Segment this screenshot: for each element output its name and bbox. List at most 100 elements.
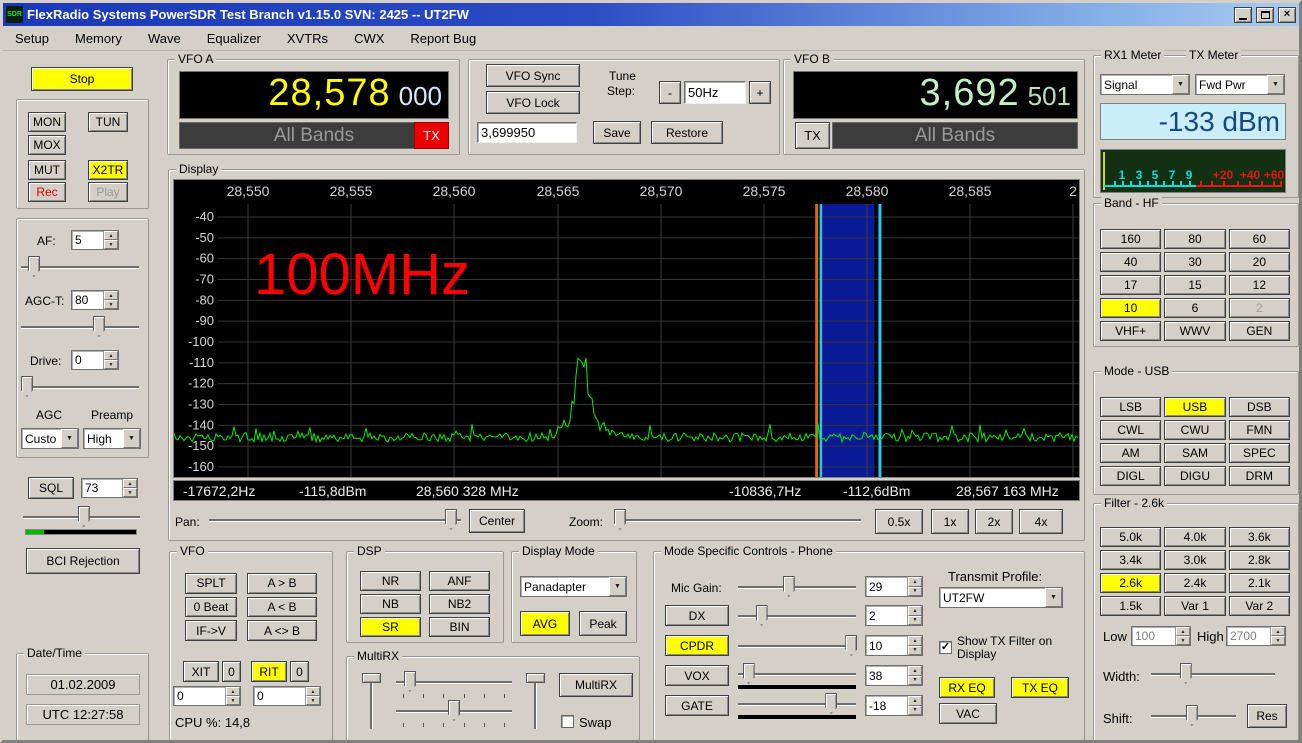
tx-eq-button[interactable]: TX EQ <box>1011 677 1069 698</box>
tun-button[interactable]: TUN <box>88 112 128 132</box>
mut-button[interactable]: MUT <box>28 160 66 180</box>
vfo-button-if-v[interactable]: IF->V <box>185 620 237 641</box>
mode-button-cwl[interactable]: CWL <box>1100 420 1161 440</box>
mode-button-dsb[interactable]: DSB <box>1229 397 1290 417</box>
spinner-up-icon[interactable]: ▲ <box>908 636 922 646</box>
vfo-a-tx-indicator[interactable]: TX <box>414 122 449 149</box>
rx1-meter-combo[interactable]: Signal▼ <box>1100 74 1190 95</box>
mic-gain-slider-thumb[interactable] <box>783 576 795 597</box>
drive-slider[interactable] <box>21 376 139 397</box>
pan-slider[interactable] <box>209 509 461 530</box>
band-button-10[interactable]: 10 <box>1100 298 1161 318</box>
band-button-gen[interactable]: GEN <box>1229 321 1290 341</box>
spinner-up-icon[interactable]: ▲ <box>908 666 922 676</box>
menu-equalizer[interactable]: Equalizer <box>207 31 261 46</box>
multirx-vslider-2[interactable] <box>525 673 546 729</box>
vfo-button-a-b[interactable]: A < B <box>247 597 317 618</box>
panadapter-spectrum[interactable]: 28,55028,55528,56028,56528,57028,57528,5… <box>174 180 1079 477</box>
spinner-down-icon[interactable]: ▼ <box>1176 636 1190 645</box>
dsp-button-bin[interactable]: BIN <box>429 617 490 637</box>
tune-step-plus-button[interactable]: + <box>749 81 771 104</box>
filter-low-spinner[interactable]: 100 ▲▼ <box>1131 626 1191 646</box>
mon-button[interactable]: MON <box>28 112 66 132</box>
menu-memory[interactable]: Memory <box>75 31 122 46</box>
mode-button-lsb[interactable]: LSB <box>1100 397 1161 417</box>
drive-slider-thumb[interactable] <box>21 376 33 397</box>
vac-button[interactable]: VAC <box>939 703 997 724</box>
dsp-button-nb2[interactable]: NB2 <box>429 594 490 614</box>
af-spinner[interactable]: 5 ▲▼ <box>71 230 119 250</box>
multirx-hslider-2-thumb[interactable] <box>448 700 460 721</box>
spinner-up-icon[interactable]: ▲ <box>104 351 118 360</box>
filter-button-3.4k[interactable]: 3.4k <box>1100 550 1161 570</box>
filter-button-1.5k[interactable]: 1.5k <box>1100 596 1161 616</box>
rit-zero-button[interactable]: 0 <box>290 661 309 682</box>
swap-checkbox[interactable] <box>561 715 574 728</box>
filter-button-var-2[interactable]: Var 2 <box>1229 596 1290 616</box>
tune-step-minus-button[interactable]: - <box>659 81 681 104</box>
zoom-1x-button[interactable]: 1x <box>931 509 969 534</box>
multirx-button[interactable]: MultiRX <box>559 673 633 697</box>
agct-slider-thumb[interactable] <box>93 316 105 337</box>
spinner-down-icon[interactable]: ▼ <box>908 676 922 686</box>
filter-width-slider[interactable] <box>1151 663 1275 684</box>
spinner-down-icon[interactable]: ▼ <box>908 646 922 656</box>
mic-gain-slider[interactable] <box>738 576 856 597</box>
spinner-up-icon[interactable]: ▲ <box>908 606 922 616</box>
dsp-button-nb[interactable]: NB <box>360 594 421 614</box>
vox-spinner[interactable]: 38 ▲▼ <box>865 665 923 686</box>
agct-slider[interactable] <box>21 316 139 337</box>
menu-setup[interactable]: Setup <box>15 31 49 46</box>
spinner-down-icon[interactable]: ▼ <box>908 616 922 626</box>
sql-slider[interactable] <box>23 506 140 527</box>
filter-button-4.0k[interactable]: 4.0k <box>1164 527 1225 547</box>
spinner-up-icon[interactable]: ▲ <box>1271 627 1285 636</box>
zoom-slider[interactable] <box>615 509 861 530</box>
avg-button[interactable]: AVG <box>520 611 570 636</box>
filter-button-2.4k[interactable]: 2.4k <box>1164 573 1225 593</box>
spinner-up-icon[interactable]: ▲ <box>1176 627 1190 636</box>
mic-gain-spinner[interactable]: 29 ▲▼ <box>865 576 923 597</box>
spinner-down-icon[interactable]: ▼ <box>306 696 320 705</box>
gate-slider-thumb[interactable] <box>825 693 837 714</box>
maximize-button[interactable] <box>1256 7 1274 23</box>
zoom-2x-button[interactable]: 2x <box>975 509 1013 534</box>
mode-button-digu[interactable]: DIGU <box>1164 466 1225 486</box>
af-slider[interactable] <box>21 256 139 277</box>
filter-button-5.0k[interactable]: 5.0k <box>1100 527 1161 547</box>
dx-button[interactable]: DX <box>665 605 729 626</box>
multirx-vslider-2-thumb[interactable] <box>526 673 545 683</box>
center-button[interactable]: Center <box>469 509 525 533</box>
vox-slider-thumb[interactable] <box>743 663 755 684</box>
mode-button-am[interactable]: AM <box>1100 443 1161 463</box>
sql-spinner[interactable]: 73 ▲▼ <box>81 478 138 498</box>
title-bar[interactable]: SDR FlexRadio Systems PowerSDR Test Bran… <box>3 3 1299 26</box>
rit-spinner[interactable]: 0 ▲▼ <box>253 686 321 706</box>
mode-button-drm[interactable]: DRM <box>1229 466 1290 486</box>
mode-button-digl[interactable]: DIGL <box>1100 466 1161 486</box>
spinner-up-icon[interactable]: ▲ <box>908 577 922 587</box>
preamp-combo[interactable]: High▼ <box>83 428 141 449</box>
cpdr-button[interactable]: CPDR <box>665 635 729 656</box>
filter-high-spinner[interactable]: 2700 ▲▼ <box>1226 626 1286 646</box>
menu-report-bug[interactable]: Report Bug <box>410 31 476 46</box>
filter-width-slider-thumb[interactable] <box>1180 663 1192 684</box>
xit-button[interactable]: XIT <box>183 661 219 682</box>
multirx-vslider-1-thumb[interactable] <box>362 673 381 683</box>
filter-button-3.0k[interactable]: 3.0k <box>1164 550 1225 570</box>
show-tx-filter-checkbox[interactable] <box>939 641 952 654</box>
rx-eq-button[interactable]: RX EQ <box>939 677 995 698</box>
bci-rejection-button[interactable]: BCI Rejection <box>26 548 140 574</box>
spinner-down-icon[interactable]: ▼ <box>226 696 240 705</box>
agc-combo[interactable]: Custo▼ <box>21 428 79 449</box>
mox-button[interactable]: MOX <box>28 135 66 155</box>
chevron-down-icon[interactable]: ▼ <box>1267 75 1284 94</box>
dx-slider-thumb[interactable] <box>756 605 768 626</box>
panadapter-pane[interactable]: 28,55028,55528,56028,56528,57028,57528,5… <box>173 179 1080 478</box>
filter-button-2.6k[interactable]: 2.6k <box>1100 573 1161 593</box>
rec-button[interactable]: Rec <box>28 182 66 202</box>
pan-slider-thumb[interactable] <box>445 509 457 530</box>
filter-button-var-1[interactable]: Var 1 <box>1164 596 1225 616</box>
menu-cwx[interactable]: CWX <box>354 31 384 46</box>
tx-meter-combo[interactable]: Fwd Pwr▼ <box>1195 74 1285 95</box>
